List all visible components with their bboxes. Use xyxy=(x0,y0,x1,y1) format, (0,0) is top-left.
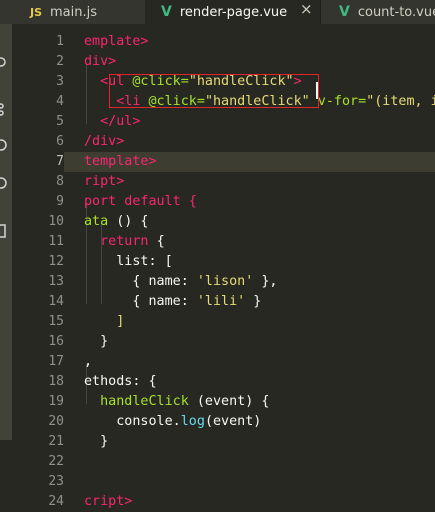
line-number: 13 xyxy=(48,274,64,289)
activity-bar xyxy=(0,24,12,440)
code-token: ata xyxy=(84,214,117,229)
code-token: </ul> xyxy=(84,114,141,129)
line-number: 7 xyxy=(56,154,64,169)
line-number: 2 xyxy=(56,54,64,69)
code-token: { name: xyxy=(84,294,197,309)
code-token: ] xyxy=(84,314,125,329)
line-number: 10 xyxy=(48,214,64,229)
tab-main-js[interactable]: JS main.js xyxy=(0,0,145,24)
line-number: 5 xyxy=(56,114,64,129)
code-token: cript> xyxy=(84,494,133,509)
code-token: /div> xyxy=(84,134,125,149)
code-token: ethods: { xyxy=(84,374,157,389)
code-line[interactable]: list: [ xyxy=(84,252,173,272)
code-line[interactable]: } xyxy=(84,432,108,452)
line-number: 8 xyxy=(56,174,64,189)
line-number: 4 xyxy=(56,94,64,109)
line-number-gutter: 1 2 3 4 5 6 7 8 9 10 11 12 13 14 15 16 17 18 19 20 21 22 23 24 xyxy=(12,24,64,509)
code-token: { name: xyxy=(84,274,197,289)
tab-label: render-page.vue xyxy=(179,4,288,20)
line-number: 16 xyxy=(48,334,64,349)
code-token: list: [ xyxy=(84,254,173,269)
code-line[interactable]: { name: 'lili' } xyxy=(84,292,261,312)
code-token: (event) { xyxy=(196,394,270,409)
line-number: 20 xyxy=(48,414,64,429)
code-token: template> xyxy=(84,154,157,169)
code-line[interactable]: /div> xyxy=(84,132,124,152)
code-token: } xyxy=(245,294,262,309)
line-number: 24 xyxy=(48,494,64,509)
line-number: 6 xyxy=(56,134,64,149)
line-number: 15 xyxy=(48,314,64,329)
code-token: ript> xyxy=(84,174,125,189)
tab-label: count-to.vue xyxy=(357,4,435,20)
source-control-icon[interactable] xyxy=(0,102,10,116)
line-number: 22 xyxy=(48,454,64,469)
code-token: handleClick xyxy=(84,394,197,409)
debug-icon[interactable] xyxy=(0,138,10,152)
line-number: 23 xyxy=(48,474,64,489)
javascript-file-icon: JS xyxy=(30,5,43,19)
code-line[interactable]: console.log(event) xyxy=(84,412,261,432)
code-line[interactable]: div> xyxy=(84,52,116,72)
code-token: div> xyxy=(84,54,117,69)
tab-render-page-vue[interactable]: V render-page.vue × xyxy=(145,0,320,24)
code-token: }, xyxy=(253,274,278,289)
line-number: 19 xyxy=(48,394,64,409)
line-number: 17 xyxy=(48,354,64,369)
line-number: 21 xyxy=(48,434,64,449)
code-line[interactable]: } xyxy=(84,332,108,352)
code-line[interactable]: return { xyxy=(84,232,165,252)
line-number: 9 xyxy=(56,194,64,209)
line-number: 11 xyxy=(48,234,64,249)
code-token: , xyxy=(84,354,93,369)
code-line[interactable]: ript> xyxy=(84,172,124,192)
code-token: port default { xyxy=(84,194,197,209)
vue-file-icon: V xyxy=(339,4,350,20)
code-token: log xyxy=(180,414,205,429)
code-line[interactable]: handleClick (event) { xyxy=(84,392,269,412)
highlight-annotation-box xyxy=(109,74,319,108)
code-token: "(item, ind xyxy=(366,94,435,109)
code-line[interactable]: ata () { xyxy=(84,212,149,232)
tab-count-to-vue[interactable]: V count-to.vue xyxy=(320,0,435,24)
editor-tab-bar: JS main.js V render-page.vue × V count-t… xyxy=(0,0,435,24)
code-token: } xyxy=(84,334,109,349)
code-token: { xyxy=(156,234,165,249)
code-line[interactable]: cript> xyxy=(84,492,132,512)
vue-file-icon: V xyxy=(161,4,172,20)
tab-label: main.js xyxy=(50,4,98,20)
code-line[interactable]: , xyxy=(84,352,92,372)
code-token: () { xyxy=(116,214,149,229)
line-number: 12 xyxy=(48,254,64,269)
code-token: return xyxy=(84,234,157,249)
code-line[interactable]: emplate> xyxy=(84,32,149,52)
code-token: } xyxy=(84,434,109,449)
line-number: 14 xyxy=(48,294,64,309)
line-number: 3 xyxy=(56,74,64,89)
remote-icon[interactable] xyxy=(0,176,10,190)
search-icon[interactable] xyxy=(0,56,10,70)
code-line[interactable]: template> xyxy=(64,152,435,172)
close-icon[interactable]: × xyxy=(300,0,313,18)
code-line[interactable]: port default { xyxy=(84,192,197,212)
code-line[interactable]: ] xyxy=(84,312,124,332)
text-cursor xyxy=(316,82,318,99)
code-token: (event) xyxy=(204,414,262,429)
code-token: 'lili' xyxy=(196,294,246,309)
code-token: 'lison' xyxy=(196,274,254,289)
code-line[interactable]: { name: 'lison' }, xyxy=(84,272,278,292)
line-number: 18 xyxy=(48,374,64,389)
code-line[interactable]: ethods: { xyxy=(84,372,157,392)
code-line[interactable]: </ul> xyxy=(84,112,140,132)
code-token: emplate> xyxy=(84,34,149,49)
line-number: 1 xyxy=(56,34,64,49)
code-token: console. xyxy=(84,414,181,429)
extensions-icon[interactable] xyxy=(0,224,10,238)
